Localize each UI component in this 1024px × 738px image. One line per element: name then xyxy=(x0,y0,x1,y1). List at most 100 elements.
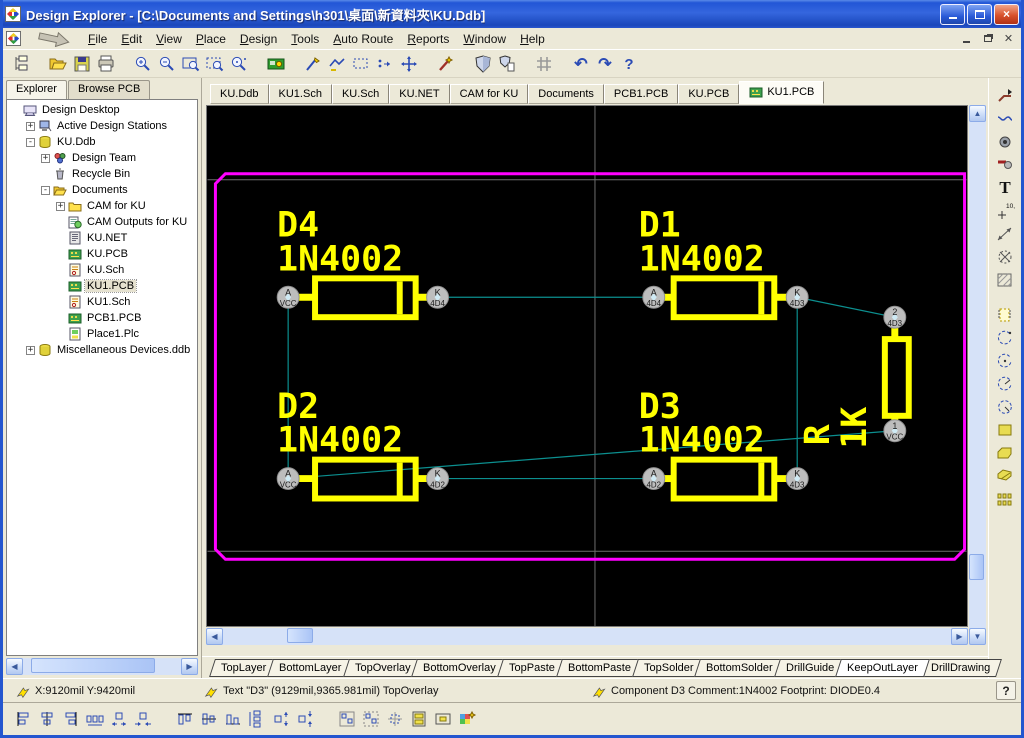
place-arc-center-button[interactable] xyxy=(993,349,1017,372)
align-horizontal-centers-button[interactable] xyxy=(35,707,59,731)
pad-D3-A[interactable]: A4D2 xyxy=(643,468,665,490)
print-button[interactable] xyxy=(94,52,118,76)
tree-item-cam-outputs-for-ku[interactable]: CAM Outputs for KU xyxy=(7,214,197,230)
document-tab-ku1-sch[interactable]: KU1.Sch xyxy=(269,84,332,104)
comment-D4[interactable]: 1N4002 xyxy=(277,239,403,279)
layer-tab-bottomoverlay[interactable]: BottomOverlay xyxy=(411,659,508,677)
place-via-button[interactable] xyxy=(993,153,1017,176)
place-polygon-button[interactable] xyxy=(993,441,1017,464)
comment-D1[interactable]: 1N4002 xyxy=(639,239,765,279)
place-component-button[interactable] xyxy=(993,303,1017,326)
place-fill-button[interactable] xyxy=(993,418,1017,441)
document-tab-ku-sch[interactable]: KU.Sch xyxy=(332,84,389,104)
menu-place[interactable]: Place xyxy=(189,29,233,49)
place-coordinate-button[interactable]: 10,10 xyxy=(993,199,1017,222)
panel-tab-explorer[interactable]: Explorer xyxy=(6,80,67,99)
maximize-button[interactable] xyxy=(967,4,992,25)
place-dimension-button[interactable] xyxy=(993,222,1017,245)
layer-tab-bottomsolder[interactable]: BottomSolder xyxy=(695,659,786,677)
align-vertical-centers-button[interactable] xyxy=(197,707,221,731)
zoom-area-button[interactable] xyxy=(203,52,227,76)
scroll-thumb[interactable] xyxy=(969,554,984,580)
context-help-button[interactable]: ? xyxy=(996,681,1016,700)
close-button[interactable]: × xyxy=(994,4,1019,25)
arrange-within-room-button[interactable] xyxy=(335,707,359,731)
set-origin-button[interactable] xyxy=(993,245,1017,268)
menu-file[interactable]: File xyxy=(81,29,114,49)
board-in-window-button[interactable] xyxy=(264,52,288,76)
document-tab-documents[interactable]: Documents xyxy=(528,84,604,104)
menu-view[interactable]: View xyxy=(149,29,189,49)
redo-button[interactable]: ↷ xyxy=(593,52,617,76)
tree-item-ku-ddb[interactable]: -KU.Ddb xyxy=(7,134,197,150)
designator-R[interactable]: R xyxy=(798,424,838,445)
decrease-vertical-spacing-button[interactable] xyxy=(293,707,317,731)
scroll-thumb[interactable] xyxy=(31,658,155,673)
pad-D1-A[interactable]: A4D4 xyxy=(643,286,665,308)
doc-close-button[interactable]: ✕ xyxy=(1000,31,1017,46)
tree-item-miscellaneous-devices-ddb[interactable]: +Miscellaneous Devices.ddb xyxy=(7,342,197,358)
place-circle-button[interactable] xyxy=(993,395,1017,418)
menu-auto-route[interactable]: Auto Route xyxy=(326,29,400,49)
tree-item-active-design-stations[interactable]: +Active Design Stations xyxy=(7,118,197,134)
document-tab-pcb1-pcb[interactable]: PCB1.PCB xyxy=(604,84,678,104)
pad-D4-K[interactable]: K4D4 xyxy=(427,286,449,308)
tree-item-ku-net[interactable]: KU.NET xyxy=(7,230,197,246)
open-document-button[interactable] xyxy=(46,52,70,76)
arrange-outside-room-button[interactable] xyxy=(359,707,383,731)
scroll-left-button[interactable]: ◀ xyxy=(206,628,223,645)
decrease-horizontal-spacing-button[interactable] xyxy=(131,707,155,731)
tree-item-recycle-bin[interactable]: Recycle Bin xyxy=(7,166,197,182)
menu-edit[interactable]: Edit xyxy=(114,29,149,49)
tree-item-ku1-pcb[interactable]: KU1.PCB xyxy=(7,278,197,294)
wand-button[interactable] xyxy=(434,52,458,76)
pad-R-2[interactable]: 24D3 xyxy=(884,306,906,328)
document-window-icon[interactable] xyxy=(6,31,21,46)
menu-tools[interactable]: Tools xyxy=(284,29,326,49)
comment-D3[interactable]: 1N4002 xyxy=(639,421,765,461)
scroll-thumb[interactable] xyxy=(287,628,313,643)
doc-restore-button[interactable] xyxy=(979,31,996,46)
pad-D2-K[interactable]: K4D2 xyxy=(427,468,449,490)
document-tab-cam-for-ku[interactable]: CAM for KU xyxy=(450,84,529,104)
move-cross-button[interactable] xyxy=(397,52,421,76)
menu-help[interactable]: Help xyxy=(513,29,552,49)
menu-window[interactable]: Window xyxy=(456,29,513,49)
increase-horizontal-spacing-button[interactable] xyxy=(107,707,131,731)
increase-vertical-spacing-button[interactable] xyxy=(269,707,293,731)
scroll-track[interactable] xyxy=(223,628,951,645)
zoom-window-button[interactable] xyxy=(179,52,203,76)
minimize-button[interactable] xyxy=(940,4,965,25)
help-button[interactable]: ? xyxy=(617,52,641,76)
tree-item-design-team[interactable]: +Design Team xyxy=(7,150,197,166)
layer-tab-keepoutlayer[interactable]: KeepOutLayer xyxy=(835,659,930,677)
drc-online-button[interactable] xyxy=(471,52,495,76)
doc-minimize-button[interactable] xyxy=(958,31,975,46)
place-track-button[interactable] xyxy=(993,84,1017,107)
layer-tab-bottomlayer[interactable]: BottomLayer xyxy=(267,659,353,677)
pad-D2-A[interactable]: AVCC xyxy=(277,468,299,490)
pcb-canvas[interactable]: D41N4002D11N4002D21N4002D31N4002R1KAVCCK… xyxy=(206,105,968,627)
place-wire-button[interactable] xyxy=(993,107,1017,130)
scroll-track[interactable] xyxy=(969,122,986,628)
scroll-right-button[interactable]: ▶ xyxy=(951,628,968,645)
place-split-plane-button[interactable] xyxy=(993,464,1017,487)
tree-item-place1-plc[interactable]: Place1.Plc xyxy=(7,326,197,342)
place-string-button[interactable]: T xyxy=(993,176,1017,199)
place-arc-angle-button[interactable] xyxy=(993,372,1017,395)
document-tab-ku1-pcb[interactable]: KU1.PCB xyxy=(739,81,824,104)
component-R[interactable] xyxy=(885,325,909,423)
distribute-horizontal-button[interactable] xyxy=(83,707,107,731)
place-pad-button[interactable] xyxy=(993,130,1017,153)
grid-toggle-button[interactable] xyxy=(532,52,556,76)
save-document-button[interactable] xyxy=(70,52,94,76)
tree-item-ku-sch[interactable]: KU.Sch xyxy=(7,262,197,278)
comment-D2[interactable]: 1N4002 xyxy=(277,421,403,461)
scroll-up-button[interactable]: ▲ xyxy=(969,105,986,122)
place-room-button[interactable] xyxy=(993,268,1017,291)
tree-item-documents[interactable]: -Documents xyxy=(7,182,197,198)
tree-horizontal-scrollbar[interactable]: ◀▶ xyxy=(6,658,198,675)
component-D1[interactable] xyxy=(662,278,790,317)
component-D2[interactable] xyxy=(296,460,429,499)
tree-item-cam-for-ku[interactable]: +CAM for KU xyxy=(7,198,197,214)
